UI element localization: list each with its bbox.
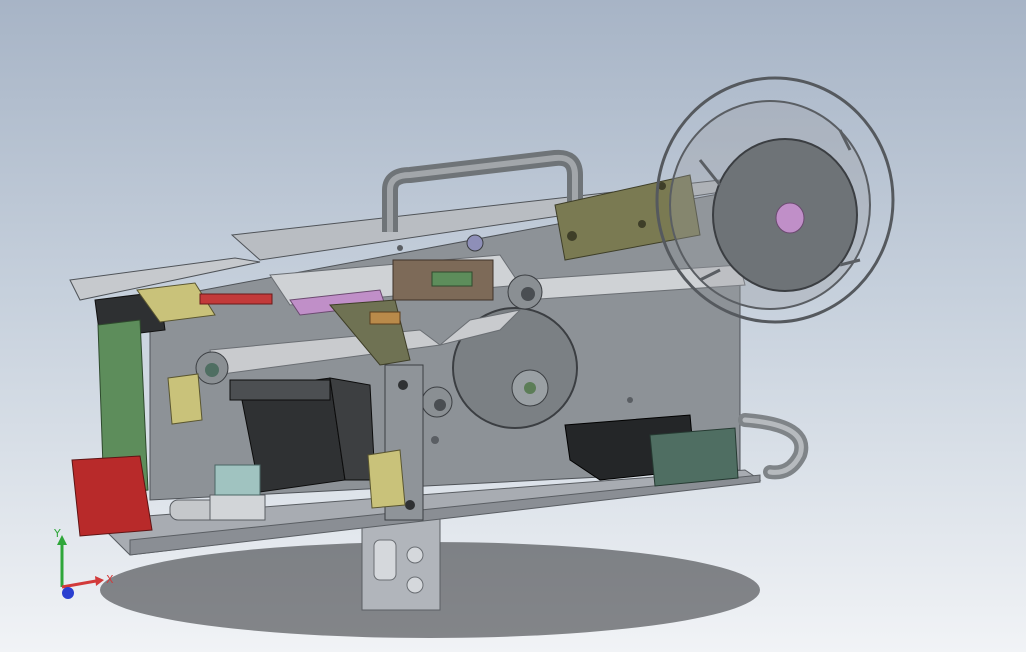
x-axis-label: X	[106, 573, 114, 586]
sensor-box	[649, 427, 739, 487]
y-axis-label: Y	[53, 527, 61, 540]
labeler-machine-model[interactable]	[0, 0, 1026, 652]
mounting-bracket	[361, 514, 441, 611]
x-axis-line	[61, 579, 97, 589]
x-axis-arrow	[95, 576, 104, 586]
label-reel	[655, 76, 895, 324]
view-triad[interactable]: Y X	[40, 525, 130, 605]
cad-viewport[interactable]: Y X	[0, 0, 1026, 652]
red-block	[71, 455, 153, 537]
z-axis-dot	[62, 587, 74, 599]
